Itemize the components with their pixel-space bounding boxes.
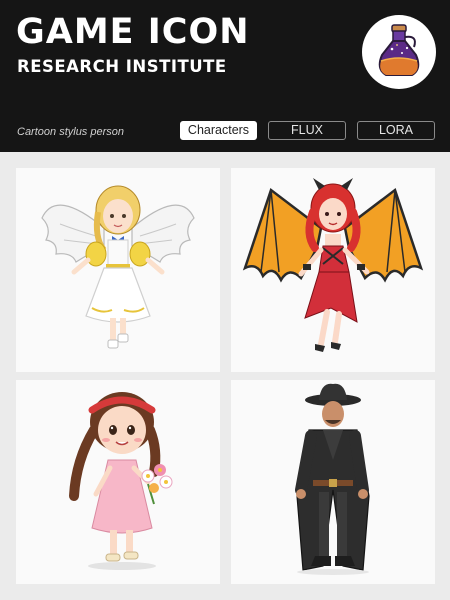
- devil-girl-illustration: [242, 178, 424, 352]
- character-card-devil[interactable]: [231, 168, 435, 372]
- character-card-cowboy[interactable]: [231, 380, 435, 584]
- tag-flux[interactable]: FLUX: [268, 121, 346, 140]
- header: GAME ICON RESEARCH INSTITUTE Cartoon sty…: [0, 0, 450, 152]
- cowboy-illustration: [295, 383, 370, 575]
- character-card-flower-girl[interactable]: [16, 380, 220, 584]
- angel-girl-illustration: [41, 185, 195, 349]
- character-card-angel[interactable]: [16, 168, 220, 372]
- flower-girl-illustration: [69, 392, 173, 570]
- tag-lora[interactable]: LORA: [357, 121, 435, 140]
- page-title: GAME ICON: [16, 12, 250, 52]
- potion-bottle-icon: [362, 15, 436, 89]
- tag-characters[interactable]: Characters: [180, 121, 257, 140]
- page-subtitle: RESEARCH INSTITUTE: [17, 57, 227, 76]
- tag-bar: Characters FLUX LORA: [0, 121, 450, 141]
